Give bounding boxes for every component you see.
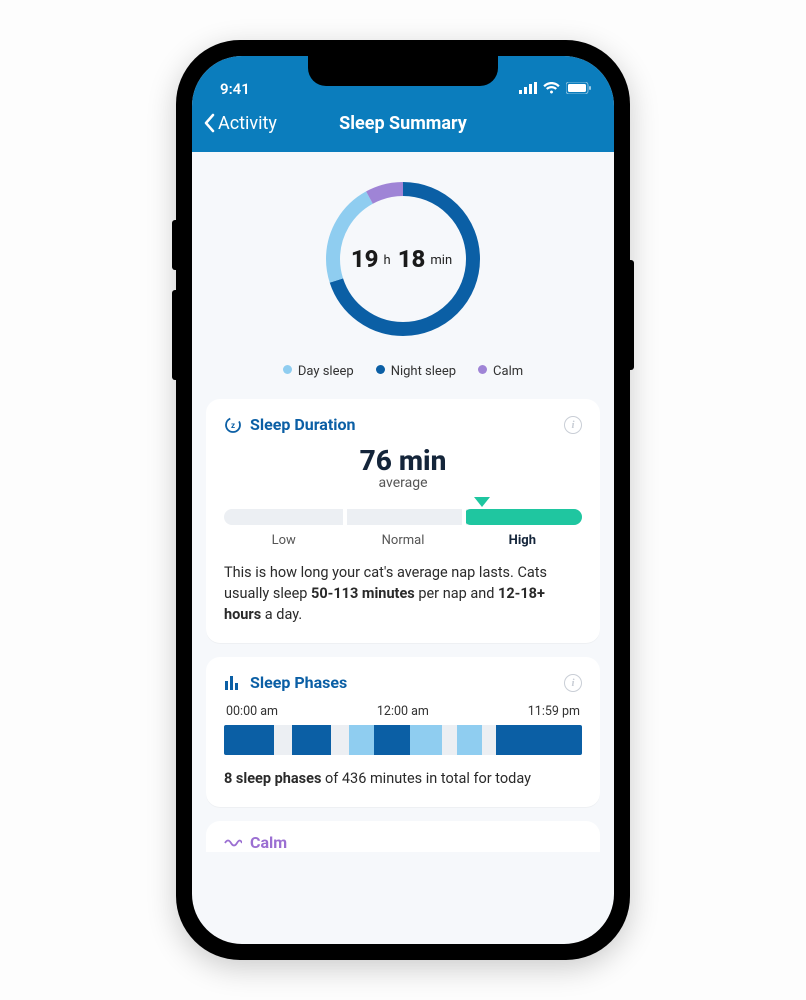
svg-text:z: z bbox=[231, 421, 235, 430]
phase-time-start: 00:00 am bbox=[226, 704, 278, 719]
gauge-marker-icon bbox=[474, 497, 490, 507]
info-icon[interactable]: i bbox=[564, 674, 582, 692]
gauge-label-high: High bbox=[463, 533, 582, 548]
phase-time-mid: 12:00 am bbox=[377, 704, 429, 719]
chevron-left-icon bbox=[202, 113, 216, 133]
sleep-ring-section: 19 h 18 min Day sleep Night sleep Calm bbox=[206, 152, 600, 385]
phone-frame: 9:41 Activity S bbox=[176, 40, 630, 960]
legend-calm: Calm bbox=[478, 364, 523, 379]
phase-summary: 8 sleep phases of 436 minutes in total f… bbox=[224, 769, 582, 789]
sleep-phases-card: Sleep Phases i 00:00 am 12:00 am 11:59 p… bbox=[206, 657, 600, 807]
duration-sub: average bbox=[224, 475, 582, 491]
sleep-phases-title: Sleep Phases bbox=[224, 673, 347, 692]
legend-night: Night sleep bbox=[376, 364, 456, 379]
duration-description: This is how long your cat's average nap … bbox=[224, 562, 582, 625]
nav-bar: Activity Sleep Summary bbox=[192, 102, 614, 152]
gauge-label-low: Low bbox=[224, 533, 343, 548]
duration-gauge: Low Normal High bbox=[224, 509, 582, 548]
sleep-minutes-value: 18 bbox=[398, 245, 426, 273]
bars-icon bbox=[224, 674, 242, 692]
phase-timeline-chart bbox=[224, 725, 582, 755]
wifi-icon bbox=[543, 80, 560, 98]
screen: 9:41 Activity S bbox=[192, 56, 614, 944]
gauge-fill bbox=[463, 509, 582, 525]
sleep-hours-unit: h bbox=[384, 253, 391, 268]
sleep-duration-title: z Sleep Duration bbox=[224, 415, 356, 434]
sleep-minutes-unit: min bbox=[430, 253, 452, 268]
back-label: Activity bbox=[218, 113, 277, 134]
moon-zz-icon: z bbox=[224, 416, 242, 434]
sleep-total-label: 19 h 18 min bbox=[318, 174, 488, 344]
calm-title: Calm bbox=[250, 833, 287, 852]
wave-icon bbox=[224, 834, 242, 852]
duration-value: 76 min bbox=[224, 444, 582, 477]
legend-day: Day sleep bbox=[283, 364, 354, 379]
sleep-duration-card: z Sleep Duration i 76 min average bbox=[206, 399, 600, 643]
sleep-hours-value: 19 bbox=[351, 245, 379, 273]
sleep-legend: Day sleep Night sleep Calm bbox=[283, 364, 523, 379]
content-scroll[interactable]: 19 h 18 min Day sleep Night sleep Calm bbox=[192, 152, 614, 944]
signal-icon bbox=[519, 80, 537, 98]
notch bbox=[308, 56, 498, 86]
status-time: 9:41 bbox=[220, 80, 250, 98]
status-indicators bbox=[519, 80, 592, 98]
calm-card: Calm bbox=[206, 821, 600, 852]
sleep-ring-chart: 19 h 18 min bbox=[318, 174, 488, 344]
gauge-label-normal: Normal bbox=[343, 533, 462, 548]
gauge-track bbox=[224, 509, 582, 525]
battery-icon bbox=[566, 80, 592, 98]
info-icon[interactable]: i bbox=[564, 416, 582, 434]
phase-time-end: 11:59 pm bbox=[528, 704, 580, 719]
back-button[interactable]: Activity bbox=[202, 113, 277, 134]
